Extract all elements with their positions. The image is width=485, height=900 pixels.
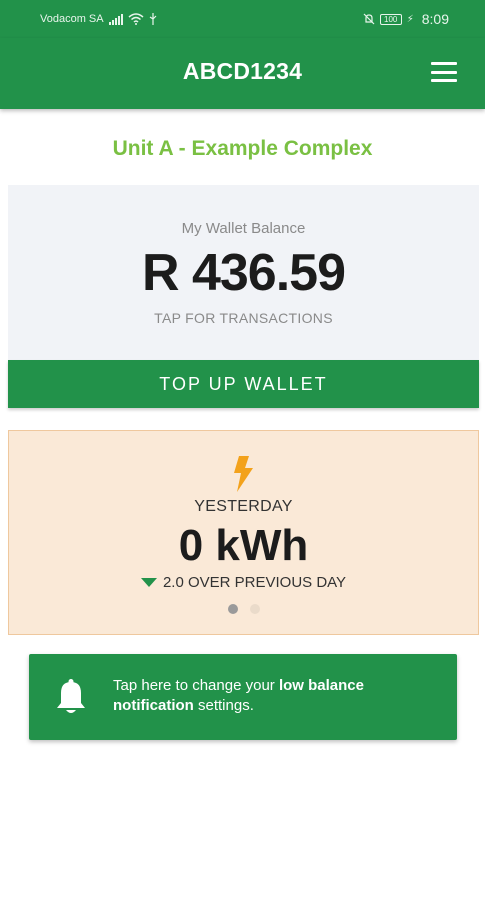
usage-value: 0 kWh xyxy=(178,521,309,570)
bell-icon xyxy=(57,679,85,713)
carousel-pager xyxy=(9,604,478,614)
wallet-balance-card[interactable]: My Wallet Balance R 436.59 TAP FOR TRANS… xyxy=(8,185,479,360)
notification-text-prefix: Tap here to change your xyxy=(113,677,279,694)
notification-text-bold-1: low balance xyxy=(278,677,364,694)
usb-icon xyxy=(149,13,157,25)
wallet-amount: R 436.59 xyxy=(141,244,346,302)
status-bar: Vodacom SA 100 ⚡ 8:09 xyxy=(0,0,485,38)
mute-bell-icon xyxy=(363,13,375,25)
wallet-label: My Wallet Balance xyxy=(181,220,306,237)
transactions-hint: TAP FOR TRANSACTIONS xyxy=(154,310,333,326)
hamburger-menu-icon[interactable] xyxy=(431,62,457,82)
notification-text-bold-2: notification xyxy=(113,697,194,714)
complex-title: Unit A - Example Complex xyxy=(112,137,373,160)
battery-icon: 100 xyxy=(379,13,402,25)
carrier-label: Vodacom SA xyxy=(40,13,104,25)
pager-dot-1[interactable] xyxy=(227,604,238,614)
app-bar: ABCD1234 xyxy=(0,38,485,109)
low-balance-notification-banner[interactable]: Tap here to change your low balance noti… xyxy=(29,654,457,740)
charging-icon: ⚡ xyxy=(406,13,414,25)
signal-icon xyxy=(108,13,123,25)
top-up-wallet-button[interactable]: TOP UP WALLET xyxy=(8,360,479,408)
app-title: ABCD1234 xyxy=(182,58,303,84)
wifi-icon xyxy=(128,13,144,25)
lightning-bolt-icon xyxy=(234,456,253,492)
status-right: 100 ⚡ 8:09 xyxy=(363,11,449,27)
status-left: Vodacom SA xyxy=(40,13,157,25)
pager-dot-2[interactable] xyxy=(249,604,260,614)
triangle-down-icon xyxy=(140,578,157,587)
notification-text: Tap here to change your low balance noti… xyxy=(113,676,433,716)
usage-period: YESTERDAY xyxy=(194,498,293,515)
usage-change: 2.0 OVER PREVIOUS DAY xyxy=(9,574,478,591)
notification-text-suffix: settings. xyxy=(193,697,254,714)
usage-card[interactable]: YESTERDAY 0 kWh 2.0 OVER PREVIOUS DAY xyxy=(8,430,479,635)
usage-change-text: 2.0 OVER PREVIOUS DAY xyxy=(162,574,347,591)
status-time: 8:09 xyxy=(421,11,449,27)
